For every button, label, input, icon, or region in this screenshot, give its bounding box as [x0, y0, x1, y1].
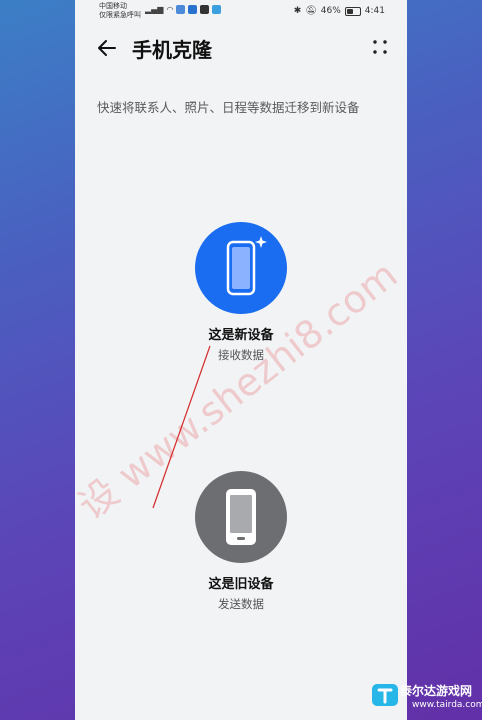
app-notification-icon [212, 5, 222, 14]
page-title: 手机克隆 [132, 38, 212, 62]
app-header: 手机克隆 [75, 28, 407, 72]
status-icons-left: ▂▄▆ ◠ [145, 5, 222, 14]
new-device-circle[interactable] [195, 222, 287, 314]
new-phone-icon [226, 236, 267, 296]
bluetooth-icon: ✱ [293, 6, 302, 16]
carrier-name: 中国移动 [99, 2, 127, 10]
old-phone-icon [226, 489, 256, 545]
carrier-status: 仅限紧急呼叫 [99, 11, 141, 19]
site-logo: 泰尔达游戏网 www.tairda.com [370, 676, 482, 720]
old-device-sublabel: 发送数据 [218, 597, 264, 611]
old-device-option[interactable]: 这是旧设备 发送数据 [75, 471, 407, 612]
status-icons-right: ✱ 🔕︎ 46% 4:41 [294, 6, 385, 16]
more-dots-icon[interactable] [371, 38, 389, 56]
wifi-icon: ◠ [166, 5, 174, 14]
site-logo-name: 泰尔达游戏网 [400, 684, 473, 698]
back-arrow-icon[interactable] [95, 36, 119, 60]
battery-percent: 46% [320, 6, 341, 16]
app-notification-icon [188, 5, 198, 14]
site-logo-icon [372, 684, 398, 706]
sparkle-icon [255, 236, 267, 248]
site-logo-url: www.tairda.com [412, 700, 482, 710]
new-device-label: 这是新设备 [208, 328, 274, 343]
app-notification-icon [200, 5, 210, 14]
app-notification-icon [176, 5, 186, 14]
carrier-info: 中国移动 仅限紧急呼叫 [99, 2, 141, 20]
signal-icon: ▂▄▆ [145, 5, 164, 14]
old-device-label: 这是旧设备 [208, 577, 274, 592]
clock: 4:41 [364, 6, 385, 16]
old-device-circle[interactable] [195, 471, 287, 563]
phone-screen: 中国移动 仅限紧急呼叫 ▂▄▆ ◠ ✱ 🔕︎ 46% 4:41 手机克隆 快速将… [75, 0, 407, 720]
mute-icon: 🔕︎ [305, 6, 317, 16]
page-description: 快速将联系人、照片、日程等数据迁移到新设备 [97, 100, 360, 115]
new-device-sublabel: 接收数据 [218, 348, 264, 362]
new-device-option[interactable]: 这是新设备 接收数据 [75, 222, 407, 363]
status-bar: 中国移动 仅限紧急呼叫 ▂▄▆ ◠ ✱ 🔕︎ 46% 4:41 [75, 0, 407, 24]
battery-icon [344, 6, 361, 16]
